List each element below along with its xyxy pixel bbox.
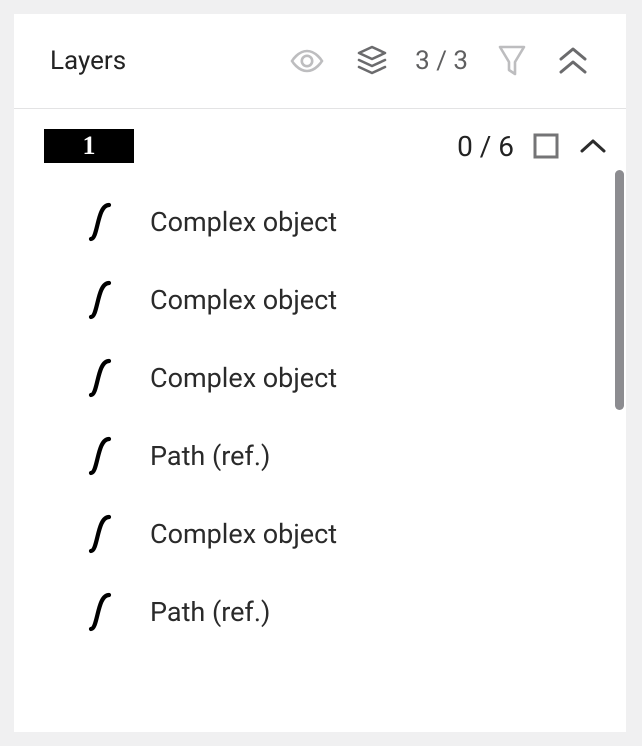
layer-item[interactable]: Path (ref.) [14,417,626,495]
path-curve-icon [86,435,114,477]
layers-panel: Layers 3 / 3 [14,14,626,732]
double-chevron-up-icon [556,46,590,76]
layer-group-select-toggle[interactable] [532,132,560,160]
layer-item-label: Complex object [150,284,337,316]
path-curve-icon [86,279,114,321]
layer-group-header[interactable]: 1 0 / 6 [14,109,626,183]
layer-item-label: Complex object [150,362,337,394]
layer-item[interactable]: Path (ref.) [14,573,626,651]
layer-item[interactable]: Complex object [14,339,626,417]
layer-item-label: Path (ref.) [150,596,270,628]
collapse-all-button[interactable] [556,46,590,76]
layer-group-selection-count: 0 / 6 [457,130,514,163]
layer-item-label: Path (ref.) [150,440,270,472]
layer-group-badge: 1 [44,129,134,163]
scrollbar-thumb[interactable] [615,170,624,410]
chevron-up-icon [578,136,608,156]
layer-item[interactable]: Complex object [14,261,626,339]
layer-item-label: Complex object [150,206,337,238]
path-curve-icon [86,513,114,555]
header-toolbar: 3 / 3 [289,44,590,78]
visibility-toggle[interactable] [289,48,325,74]
filter-button[interactable] [498,44,526,78]
layer-group-controls: 0 / 6 [457,130,608,163]
funnel-icon [498,44,526,78]
layer-item[interactable]: Complex object [14,183,626,261]
stack-icon [355,45,389,77]
layer-children-list: Complex object Complex object Complex ob… [14,183,626,651]
path-curve-icon [86,591,114,633]
panel-title: Layers [50,46,126,76]
path-curve-icon [86,357,114,399]
layer-visible-count: 3 / 3 [415,46,468,76]
layer-group-collapse-toggle[interactable] [578,136,608,156]
layer-item[interactable]: Complex object [14,495,626,573]
layers-header: Layers 3 / 3 [14,14,626,109]
layer-item-label: Complex object [150,518,337,550]
layer-stack-button[interactable] [355,45,389,77]
path-curve-icon [86,201,114,243]
checkbox-empty-icon [532,132,560,160]
eye-icon [289,48,325,74]
